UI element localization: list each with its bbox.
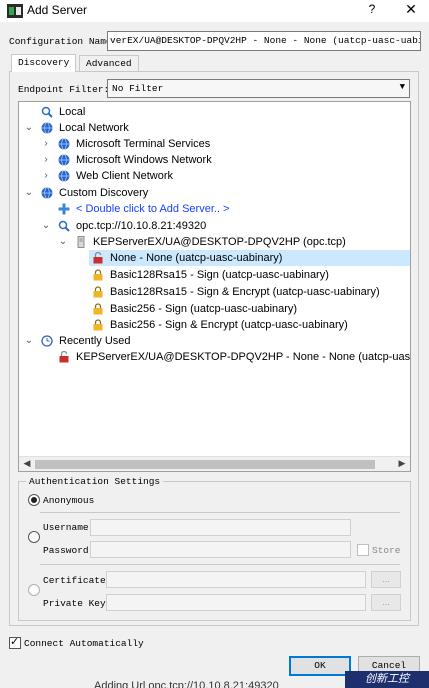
tree-label: Local: [59, 106, 86, 118]
config-name-label: Configuration Name: [9, 36, 112, 47]
ok-button[interactable]: OK: [289, 656, 351, 676]
password-field[interactable]: [90, 541, 351, 558]
watermark-logo: 创新工控: [345, 671, 429, 688]
lock-icon: [93, 303, 103, 315]
tree-label: KEPServerEX/UA@DESKTOP-DPQV2HP - None - …: [76, 351, 411, 363]
store-label: Store: [372, 545, 401, 556]
tree-item-endpoint[interactable]: Basic256 - Sign (uatcp-uasc-uabinary): [89, 301, 410, 317]
tree-label: Custom Discovery: [59, 187, 149, 199]
help-button[interactable]: ?: [362, 2, 382, 20]
scroll-thumb[interactable]: [35, 460, 375, 469]
magnifier-icon: [58, 220, 70, 232]
tree-label: Basic256 - Sign (uatcp-uasc-uabinary): [110, 303, 298, 315]
tree-item-custom-discovery[interactable]: ⌄ Custom Discovery: [19, 185, 410, 201]
private-key-field[interactable]: [106, 594, 366, 611]
config-name-input[interactable]: verEX/UA@DESKTOP-DPQV2HP - None - None (…: [107, 31, 421, 51]
server-tree[interactable]: Local ⌄ Local Network › Microsoft Termin…: [18, 101, 411, 472]
chevron-right-icon[interactable]: ›: [41, 152, 51, 168]
tree-label: Microsoft Windows Network: [76, 154, 212, 166]
chevron-down-icon[interactable]: ⌄: [58, 234, 68, 250]
close-icon[interactable]: ✕: [400, 1, 422, 21]
scroll-right-icon[interactable]: ▶: [395, 458, 409, 471]
tree-item-web-client[interactable]: › Web Client Network: [19, 168, 410, 184]
globe-icon: [41, 187, 53, 199]
horizontal-scrollbar[interactable]: ◀ ▶: [19, 456, 410, 471]
chevron-right-icon[interactable]: ›: [41, 168, 51, 184]
tree-item-local[interactable]: Local: [19, 104, 410, 120]
tree-label: Basic128Rsa15 - Sign (uatcp-uasc-uabinar…: [110, 269, 329, 281]
magnifier-icon: [41, 106, 53, 118]
tree-item-endpoint[interactable]: Basic256 - Sign & Encrypt (uatcp-uasc-ua…: [89, 317, 410, 333]
tree-item-windows-network[interactable]: › Microsoft Windows Network: [19, 152, 410, 168]
tree-item-endpoint[interactable]: Basic128Rsa15 - Sign (uatcp-uasc-uabinar…: [89, 267, 410, 283]
globe-icon: [41, 122, 53, 134]
unlocked-red-icon: [59, 351, 69, 363]
window-title: Add Server: [27, 3, 88, 17]
endpoint-filter-label: Endpoint Filter:: [18, 84, 110, 95]
chevron-down-icon[interactable]: ⌄: [24, 333, 34, 349]
private-key-label: Private Key: [43, 598, 106, 609]
globe-icon: [58, 138, 70, 150]
server-icon: [77, 236, 85, 248]
lock-icon: [93, 269, 103, 281]
tree-label: opc.tcp://10.10.8.21:49320: [76, 220, 207, 232]
tree-label: KEPServerEX/UA@DESKTOP-DPQV2HP (opc.tcp): [93, 236, 346, 248]
chevron-down-icon[interactable]: ⌄: [24, 185, 34, 201]
unlocked-red-icon: [93, 252, 103, 264]
dropdown-arrow-icon[interactable]: ▼: [400, 82, 405, 92]
tree-label: Basic128Rsa15 - Sign & Encrypt (uatcp-ua…: [110, 286, 380, 298]
tree-item-recent[interactable]: KEPServerEX/UA@DESKTOP-DPQV2HP - None - …: [19, 349, 410, 365]
anonymous-radio[interactable]: [28, 494, 40, 506]
tree-label: Recently Used: [59, 335, 131, 347]
connect-automatically-label: Connect Automatically: [24, 638, 144, 649]
lock-icon: [93, 319, 103, 331]
endpoint-filter-value: No Filter: [112, 83, 164, 94]
tree-label: Basic256 - Sign & Encrypt (uatcp-uasc-ua…: [110, 319, 348, 331]
chevron-right-icon[interactable]: ›: [41, 136, 51, 152]
chevron-down-icon[interactable]: ⌄: [24, 120, 34, 136]
certificate-field[interactable]: [106, 571, 366, 588]
tree-item-local-network[interactable]: ⌄ Local Network: [19, 120, 410, 136]
username-label: Username: [43, 522, 89, 533]
divider: [40, 564, 400, 565]
tree-item-endpoint[interactable]: Basic128Rsa15 - Sign & Encrypt (uatcp-ua…: [89, 284, 410, 300]
tree-label: Web Client Network: [76, 170, 173, 182]
tree-item-server[interactable]: ⌄ KEPServerEX/UA@DESKTOP-DPQV2HP (opc.tc…: [19, 234, 410, 250]
username-radio[interactable]: [28, 531, 40, 543]
password-label: Password: [43, 545, 89, 556]
certificate-browse-button[interactable]: ...: [371, 571, 401, 588]
clock-icon: [41, 335, 53, 347]
tree-item-recently-used[interactable]: ⌄ Recently Used: [19, 333, 410, 349]
chevron-down-icon[interactable]: ⌄: [41, 218, 51, 234]
endpoint-filter-select[interactable]: No Filter ▼: [107, 79, 410, 98]
tree-label: Local Network: [59, 122, 129, 134]
username-field[interactable]: [90, 519, 351, 536]
status-text: Adding Url opc.tcp://10.10.8.21:49320: [94, 680, 279, 688]
store-checkbox[interactable]: [357, 544, 369, 556]
private-key-browse-button[interactable]: ...: [371, 594, 401, 611]
certificate-radio[interactable]: [28, 584, 40, 596]
tree-item-endpoint[interactable]: None - None (uatcp-uasc-uabinary): [89, 250, 410, 266]
tree-item-opc-url[interactable]: ⌄ opc.tcp://10.10.8.21:49320: [19, 218, 410, 234]
tree-label: Microsoft Terminal Services: [76, 138, 211, 150]
tab-advanced[interactable]: Advanced: [79, 55, 139, 71]
tab-discovery[interactable]: Discovery: [11, 54, 77, 72]
certificate-label: Certificate: [43, 575, 106, 586]
tree-item-add-server[interactable]: < Double click to Add Server.. >: [19, 201, 410, 217]
title-bar: Add Server ? ✕: [0, 0, 429, 22]
add-server-dialog: Add Server ? ✕ Configuration Name verEX/…: [0, 0, 429, 688]
auth-settings-title: Authentication Settings: [26, 476, 164, 487]
globe-icon: [58, 154, 70, 166]
tree-item-terminal-services[interactable]: › Microsoft Terminal Services: [19, 136, 410, 152]
add-server-link[interactable]: < Double click to Add Server.. >: [76, 201, 229, 217]
connect-automatically-checkbox[interactable]: [9, 635, 21, 649]
plus-icon: [58, 203, 70, 215]
scroll-left-icon[interactable]: ◀: [20, 458, 34, 471]
app-icon: [7, 4, 23, 18]
lock-icon: [93, 286, 103, 298]
globe-icon: [58, 170, 70, 182]
divider: [40, 512, 400, 513]
tree-label: None - None (uatcp-uasc-uabinary): [110, 252, 283, 264]
anonymous-label: Anonymous: [43, 495, 95, 506]
